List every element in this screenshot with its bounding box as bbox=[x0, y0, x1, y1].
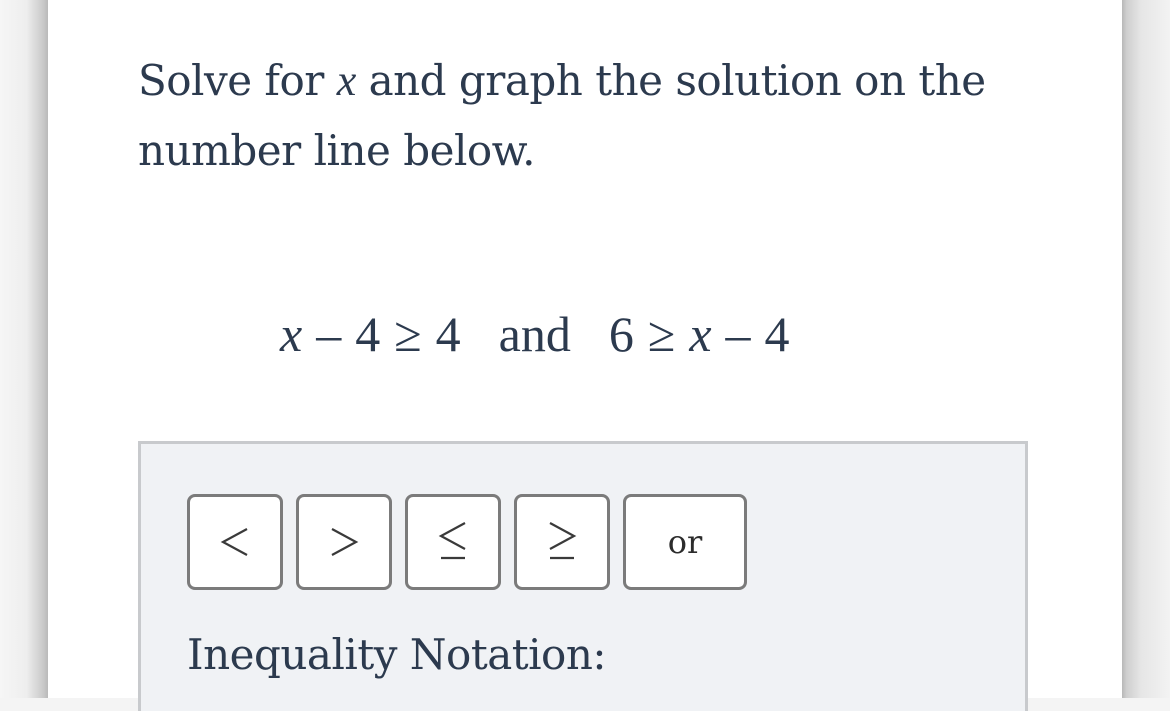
question-page: Solve for x and graph the solution on th… bbox=[0, 0, 1122, 711]
compound-inequality: x – 4 ≥ 4 and 6 ≥ x – 4 bbox=[280, 305, 790, 363]
or-button[interactable]: or bbox=[623, 494, 747, 590]
greater-than-icon bbox=[331, 528, 359, 556]
question-line2: number line below. bbox=[138, 126, 536, 175]
greater-than-button[interactable] bbox=[296, 494, 392, 590]
greater-than-or-equal-icon bbox=[549, 522, 577, 560]
less-than-or-equal-button[interactable] bbox=[405, 494, 501, 590]
eq-left-rhs: 4 bbox=[435, 306, 461, 362]
eq-left-var: x bbox=[280, 306, 303, 362]
eq-left-const: 4 bbox=[355, 306, 381, 362]
eq-right-lhs: 6 bbox=[608, 306, 634, 362]
eq-left-op: ≥ bbox=[394, 306, 422, 362]
right-page-edge bbox=[1122, 0, 1170, 698]
less-than-button[interactable] bbox=[187, 494, 283, 590]
eq-right-op: ≥ bbox=[647, 306, 676, 362]
question-text: Solve for x and graph the solution on th… bbox=[138, 46, 1038, 186]
inequality-notation-label: Inequality Notation: bbox=[187, 630, 607, 679]
question-prefix: Solve for bbox=[138, 56, 324, 105]
eq-connector: and bbox=[498, 306, 571, 362]
eq-right-var: x bbox=[689, 306, 712, 362]
less-than-icon bbox=[220, 528, 248, 556]
question-suffix: and graph the solution on the bbox=[368, 56, 987, 105]
question-variable: x bbox=[336, 56, 357, 105]
eq-right-minus: – bbox=[725, 306, 751, 362]
eq-right-const: 4 bbox=[764, 306, 790, 362]
screen: Solve for x and graph the solution on th… bbox=[0, 0, 1170, 711]
eq-left-minus: – bbox=[316, 306, 342, 362]
or-button-label: or bbox=[667, 523, 703, 561]
less-than-or-equal-icon bbox=[438, 522, 466, 560]
greater-than-or-equal-button[interactable] bbox=[514, 494, 610, 590]
answer-panel: or Inequality Notation: bbox=[138, 441, 1028, 711]
